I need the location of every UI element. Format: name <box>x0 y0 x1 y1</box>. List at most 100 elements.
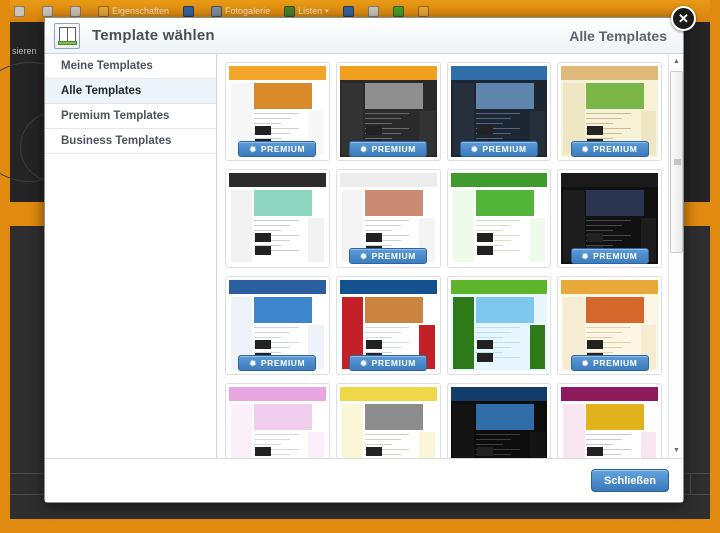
divider <box>690 474 691 494</box>
template-card[interactable]: ✹PREMIUM <box>225 276 330 375</box>
toolbar-item-listen[interactable]: Listen ▾ <box>284 5 329 17</box>
thumb-text-line <box>254 123 282 124</box>
template-chooser-dialog: Template wählen Alle Templates ✕ Meine T… <box>44 6 696 503</box>
generic-icon <box>342 5 354 17</box>
toolbar-item-1[interactable] <box>42 5 56 17</box>
thumb-text-line <box>586 439 623 440</box>
thumb-header <box>229 173 326 187</box>
star-icon: ✹ <box>360 144 368 154</box>
thumb-text-line <box>254 113 299 114</box>
sidebar-item-business-templates[interactable]: Business Templates <box>45 129 216 154</box>
template-card[interactable] <box>225 169 330 268</box>
template-card[interactable]: ✹PREMIUM <box>557 169 662 268</box>
thumb-media-block <box>476 246 493 255</box>
thumb-text-line <box>475 230 503 231</box>
thumb-text-line <box>364 327 410 328</box>
thumb-header <box>229 387 326 401</box>
template-card[interactable]: ✹PREMIUM <box>557 62 662 161</box>
sidebar-item-label: Business Templates <box>61 135 172 147</box>
thumb-media-block <box>476 233 493 242</box>
thumb-media-block <box>476 353 493 362</box>
toolbar-item-9[interactable] <box>392 5 404 17</box>
thumb-hero-image <box>254 83 313 109</box>
thumb-sidebar <box>452 297 474 369</box>
toolbar-item-0[interactable] <box>14 5 28 17</box>
thumb-text-line <box>254 230 282 231</box>
close-icon[interactable]: ✕ <box>671 6 696 31</box>
thumb-media-block <box>255 246 272 255</box>
toolbar-item-8[interactable] <box>367 5 379 17</box>
template-card[interactable]: ✹PREMIUM <box>557 276 662 375</box>
thumb-text-line <box>586 123 614 124</box>
thumb-header <box>450 66 548 80</box>
thumb-header <box>561 173 658 187</box>
thumb-text-line <box>364 113 410 114</box>
toolbar-item-7[interactable] <box>342 5 354 17</box>
premium-badge-label: PREMIUM <box>260 358 306 368</box>
thumb-media-block <box>255 340 272 349</box>
sidebar-item-meine-templates[interactable]: Meine Templates <box>45 54 216 79</box>
page-title: Template wählen <box>92 27 215 44</box>
template-card[interactable] <box>557 383 662 458</box>
thumb-text-line <box>586 113 631 114</box>
thumb-text-line <box>364 230 392 231</box>
thumb-text-line <box>364 434 410 435</box>
toolbar-item-10[interactable] <box>417 5 429 17</box>
thumb-text-line <box>364 332 401 333</box>
scrollbar-thumb[interactable] <box>670 71 683 253</box>
thumb-media-block <box>587 340 604 349</box>
thumb-text-line <box>586 225 623 226</box>
toolbar-item-eigenschaften[interactable]: Eigenschaften <box>98 5 169 17</box>
toolbar-item-fotogalerie[interactable]: Fotogalerie <box>211 5 270 17</box>
thumb-media-block <box>476 340 493 349</box>
template-card[interactable]: ✹PREMIUM <box>335 276 441 375</box>
template-card[interactable] <box>446 276 552 375</box>
thumb-sidebar <box>341 404 364 458</box>
template-card[interactable]: ✹PREMIUM <box>225 383 330 458</box>
toolbar-item-4[interactable] <box>183 5 197 17</box>
template-card[interactable]: ✹PREMIUM <box>335 169 441 268</box>
thumb-text-line <box>254 332 290 333</box>
scroll-down-icon[interactable]: ▼ <box>669 443 683 458</box>
template-card[interactable]: ✹PREMIUM <box>446 62 552 161</box>
thumb-hero-image <box>586 297 645 323</box>
dialog-footer: Schließen <box>45 458 683 502</box>
thumb-hero-image <box>475 404 534 430</box>
template-card[interactable]: ✹PREMIUM <box>225 62 330 161</box>
template-card[interactable]: ✹PREMIUM <box>335 383 441 458</box>
template-card[interactable]: ✹PREMIUM <box>446 383 552 458</box>
scroll-up-icon[interactable]: ▲ <box>669 54 683 69</box>
thumb-text-line <box>254 337 282 338</box>
sidebar-item-alle-templates[interactable]: Alle Templates <box>45 79 216 104</box>
toolbar-item-2[interactable] <box>70 5 84 17</box>
thumb-text-line <box>475 220 521 221</box>
template-grid-container: ✹ PREMIUM ✹ PREMIUM ✹ PREMIUM ✹ PREMIUM ✹ PREMIUM… <box>217 54 683 458</box>
thumb-sidebar <box>452 190 474 262</box>
template-card[interactable]: ✹PREMIUM <box>335 62 441 161</box>
photo-gallery-icon <box>211 5 223 17</box>
template-thumbnail <box>450 387 548 458</box>
template-grid: ✹ PREMIUM ✹ PREMIUM ✹ PREMIUM ✹ PREMIUM ✹ PREMIUM… <box>217 54 668 458</box>
grid-scrollbar[interactable]: ▲ ▼ <box>668 54 683 458</box>
generic-icon <box>42 5 53 17</box>
premium-badge: ✹ PREMIUM <box>570 141 649 157</box>
thumb-media-block <box>255 233 272 242</box>
close-button[interactable]: Schließen <box>591 469 669 492</box>
template-card[interactable] <box>446 169 552 268</box>
thumb-right-column <box>419 432 435 458</box>
sidebar-item-premium-templates[interactable]: Premium Templates <box>45 104 216 129</box>
premium-badge: ✹ PREMIUM <box>349 355 428 371</box>
lists-icon <box>284 5 296 17</box>
generic-icon <box>417 5 429 17</box>
premium-badge-label: PREMIUM <box>593 358 638 368</box>
current-category-label: Alle Templates <box>569 27 667 44</box>
thumb-text-line <box>586 230 614 231</box>
thumb-media-block <box>365 233 382 242</box>
thumb-text-line <box>475 118 512 119</box>
template-thumbnail <box>450 173 548 264</box>
premium-badge: ✹ PREMIUM <box>349 141 428 157</box>
thumb-hero-image <box>254 404 313 430</box>
template-thumbnail <box>561 387 658 458</box>
thumb-text-line <box>364 337 392 338</box>
thumb-sidebar <box>563 404 585 458</box>
